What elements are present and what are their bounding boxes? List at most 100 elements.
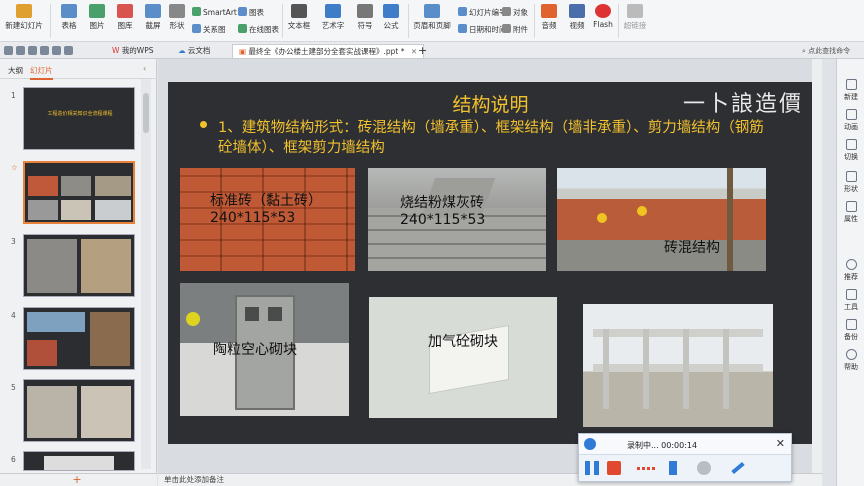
attachment-button[interactable]: 附件 — [502, 24, 528, 35]
save-icon[interactable] — [4, 46, 13, 55]
header-footer-button[interactable]: 页眉和页脚 — [410, 2, 454, 31]
slide-thumbnail-5[interactable] — [23, 379, 135, 442]
slide-thumbnail-4[interactable] — [23, 307, 135, 370]
pause-button[interactable] — [585, 461, 599, 475]
marker-tool-icon[interactable] — [669, 461, 677, 475]
slide-panel-footer: + — [0, 473, 157, 486]
slide-number: 3 — [11, 237, 16, 246]
tab-slides[interactable]: 幻灯片 — [30, 65, 53, 80]
object-button[interactable]: 对象 — [502, 7, 528, 18]
pen-tool-icon[interactable] — [731, 461, 745, 475]
datetime-icon — [458, 24, 467, 33]
task-pane-bar: 新建 动画 切换 形状 属性 推荐 工具 备份 帮助 — [836, 59, 864, 486]
table-button[interactable]: 表格 — [56, 2, 82, 31]
shape-icon — [845, 171, 857, 182]
task-tools[interactable]: 工具 — [837, 289, 864, 312]
add-slide-button[interactable]: + — [62, 474, 92, 486]
hyperlink-button[interactable]: 超链接 — [620, 2, 650, 31]
search-icon: ⌕ — [802, 47, 806, 55]
new-tab-button[interactable]: + — [412, 44, 433, 58]
slide-number-button[interactable]: 幻灯片编号 — [458, 7, 507, 18]
formula-button[interactable]: 公式 — [378, 2, 404, 31]
smartart-button[interactable]: SmartArt — [192, 7, 237, 17]
command-search[interactable]: ⌕ 点此查找命令 — [796, 44, 856, 58]
slide-thumbnail-3[interactable] — [23, 234, 135, 297]
relation-button[interactable]: 关系图 — [192, 24, 226, 35]
pen-line-icon[interactable] — [637, 467, 655, 470]
slide-star-icon: ☆ — [11, 163, 18, 172]
task-backup[interactable]: 备份 — [837, 319, 864, 342]
screenshot-button[interactable]: 截屏 — [140, 2, 166, 31]
recorder-close-button[interactable]: ✕ — [776, 437, 785, 450]
slide-panel-tabs: 大纲 幻灯片 ‹ — [0, 59, 157, 80]
aerated-block-photo — [369, 297, 557, 418]
brand-watermark: 一卜誏造價 — [682, 92, 803, 117]
thumbnail-title: 工程造价相关知识全流程课程 — [47, 111, 113, 117]
editor-scrollbar[interactable] — [812, 59, 822, 473]
task-shape[interactable]: 形状 — [837, 171, 864, 194]
task-animation[interactable]: 动画 — [837, 109, 864, 132]
masonry-construction-photo — [557, 168, 766, 271]
document-tab-bar: W 我的WPS ☁ 云文档 ▣ 最终全《办公楼土建部分全套实战课程》.ppt *… — [0, 42, 864, 59]
video-icon — [569, 4, 585, 18]
caption-aerated-block: 加气砼砌块 — [428, 334, 498, 350]
tab-outline[interactable]: 大纲 — [8, 65, 23, 76]
textbox-button[interactable]: 文本框 — [284, 2, 314, 31]
online-chart-button[interactable]: 在线图表 — [238, 24, 279, 35]
slide-thumbnail-2[interactable] — [23, 161, 135, 224]
object-icon — [502, 7, 511, 16]
video-button[interactable]: 视频 — [564, 2, 590, 31]
task-properties[interactable]: 属性 — [837, 201, 864, 224]
slide-number: 6 — [11, 455, 16, 464]
stop-button[interactable] — [607, 461, 621, 475]
new-icon — [845, 79, 857, 90]
picture-button[interactable]: 图片 — [84, 2, 110, 31]
picture-icon — [89, 4, 105, 18]
animation-icon — [845, 109, 857, 120]
gallery-button[interactable]: 图库 — [112, 2, 138, 31]
tab-current-file[interactable]: ▣ 最终全《办公楼土建部分全套实战课程》.ppt * ✕ — [232, 44, 425, 58]
tab-cloud-docs[interactable]: ☁ 云文档 — [172, 44, 216, 58]
audio-button[interactable]: 音频 — [536, 2, 562, 31]
slide-editor: 结构说明 一卜誏造價 1、建筑物结构形式：砖混结构（墙承重）、框架结构（墙非承重… — [158, 59, 822, 473]
preview-icon[interactable] — [28, 46, 37, 55]
symbol-button[interactable]: 符号 — [352, 2, 378, 31]
recommend-icon — [845, 259, 857, 270]
recording-status: 录制中... 00:00:14 — [627, 441, 698, 450]
flash-button[interactable]: Flash — [590, 2, 616, 29]
wordart-button[interactable]: 艺术字 — [318, 2, 348, 31]
notes-placeholder: 单击此处添加备注 — [164, 475, 224, 484]
caption-masonry-structure: 砖混结构 — [664, 240, 720, 256]
slide-panel-scrollbar[interactable] — [141, 79, 151, 469]
task-transition[interactable]: 切换 — [837, 139, 864, 162]
recorder-logo-icon — [584, 438, 596, 450]
slide-canvas[interactable]: 结构说明 一卜誏造價 1、建筑物结构形式：砖混结构（墙承重）、框架结构（墙非承重… — [168, 82, 813, 444]
backup-icon — [845, 319, 857, 330]
slide-thumbnail-6[interactable] — [23, 451, 135, 471]
smartart-icon — [192, 7, 201, 16]
new-slide-button[interactable]: 新建幻灯片 — [4, 2, 44, 31]
task-recommend[interactable]: 推荐 — [837, 259, 864, 282]
undo-icon[interactable] — [52, 46, 61, 55]
chart-button[interactable]: 图表 — [238, 7, 264, 18]
symbol-icon — [357, 4, 373, 18]
collapse-panel-icon[interactable]: ‹ — [143, 64, 146, 73]
redo-icon[interactable] — [64, 46, 73, 55]
ribbon-toolbar: 新建幻灯片 表格 图片 图库 截屏 形状 SmartArt 关系图 图表 在线图… — [0, 0, 864, 42]
relation-icon — [192, 24, 201, 33]
caption-standard-brick: 标准砖（黏土砖） — [210, 193, 322, 209]
shape-button[interactable]: 形状 — [166, 2, 188, 31]
camera-tool-icon[interactable] — [697, 461, 711, 475]
print-icon[interactable] — [16, 46, 25, 55]
wordart-icon — [325, 4, 341, 18]
tab-my-wps[interactable]: W 我的WPS — [106, 44, 160, 58]
textbox-icon — [291, 4, 307, 18]
shape-icon — [169, 4, 185, 18]
new-slide-icon — [16, 4, 32, 18]
play-icon[interactable] — [40, 46, 49, 55]
task-help[interactable]: 帮助 — [837, 349, 864, 372]
task-new[interactable]: 新建 — [837, 79, 864, 102]
slide-thumbnail-1[interactable]: 工程造价相关知识全流程课程 — [23, 87, 135, 150]
recorder-header: 录制中... 00:00:14 ✕ — [579, 434, 791, 455]
datetime-button[interactable]: 日期和时间 — [458, 24, 507, 35]
